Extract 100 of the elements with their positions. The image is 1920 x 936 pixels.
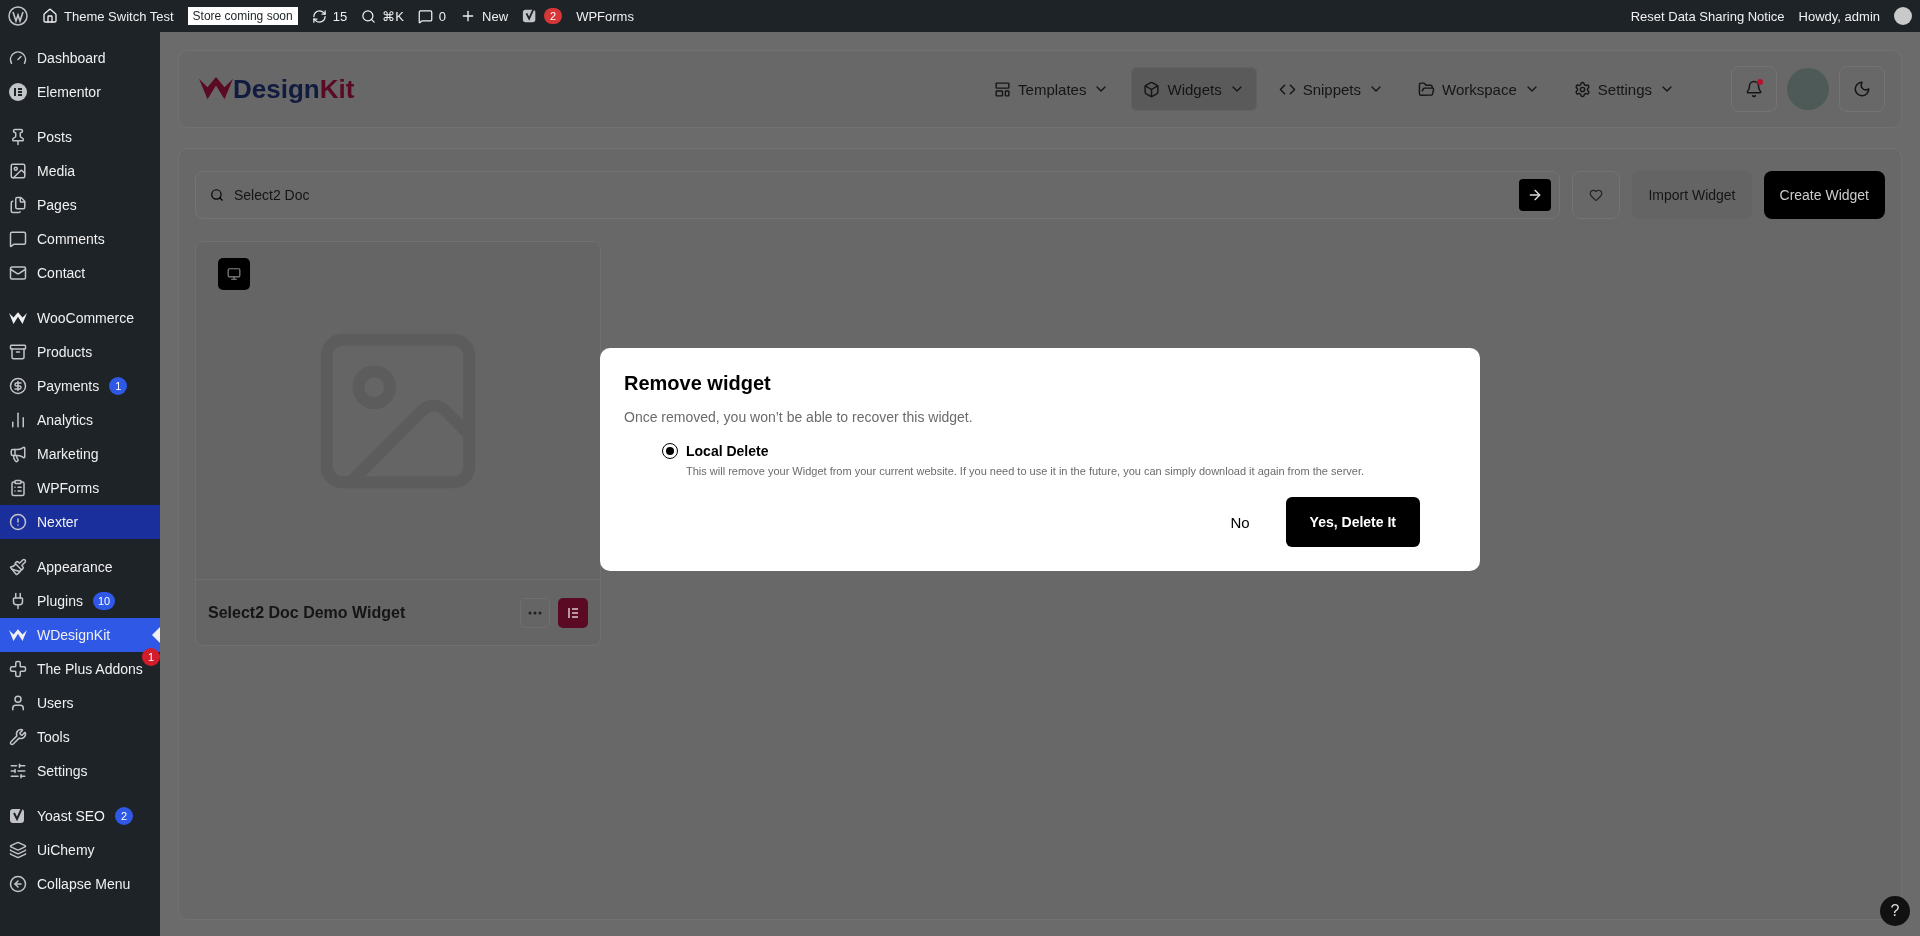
archive-icon — [9, 343, 27, 361]
sidebar-item[interactable]: Marketing — [0, 437, 160, 471]
widget-title: Select2 Doc Demo Widget — [208, 603, 407, 622]
w-letter-icon — [9, 311, 27, 325]
sidebar-label: Elementor — [37, 84, 101, 100]
elementor-edit-button[interactable] — [558, 597, 588, 628]
sidebar-label: Contact — [37, 265, 86, 281]
sidebar-label: Appearance — [37, 559, 113, 575]
sidebar-item[interactable]: Comments — [0, 222, 160, 256]
wdk-logo-icon — [9, 628, 27, 642]
sidebar-label: WooCommerce — [37, 310, 134, 326]
elementor-icon — [9, 83, 27, 101]
form-icon — [9, 479, 27, 497]
sidebar-item[interactable]: WooCommerce — [0, 301, 160, 335]
sidebar-label: Dashboard — [37, 50, 106, 66]
sidebar-label: UiChemy — [37, 842, 95, 858]
sidebar-item[interactable]: Tools — [0, 720, 160, 754]
sidebar-item[interactable]: Payments 1 — [0, 369, 160, 403]
wordpress-logo-icon[interactable] — [8, 6, 28, 26]
sidebar-item[interactable]: Nexter — [0, 505, 160, 539]
alert-icon — [9, 513, 27, 531]
count-badge: 1 — [142, 648, 160, 666]
search-submit-button[interactable] — [1519, 179, 1552, 211]
sidebar-item[interactable]: Appearance — [0, 550, 160, 584]
sidebar-label: Settings — [37, 763, 88, 779]
sidebar-label: Pages — [37, 197, 77, 213]
sidebar-item[interactable]: Products — [0, 335, 160, 369]
search-icon[interactable] — [361, 8, 377, 24]
refresh-icon[interactable] — [311, 8, 327, 24]
moon-icon — [1853, 80, 1871, 98]
sidebar-item[interactable]: Yoast SEO 2 — [0, 799, 160, 833]
envelope-icon — [9, 264, 27, 282]
ellipsis-icon — [528, 610, 542, 615]
sidebar-label: Posts — [37, 129, 72, 145]
sidebar-item[interactable]: Settings — [0, 754, 160, 788]
monitor-icon — [227, 267, 241, 281]
box-icon — [1143, 80, 1161, 98]
sidebar-item[interactable]: Contact — [0, 256, 160, 290]
sidebar-item[interactable]: Plugins 10 — [0, 584, 160, 618]
megaphone-icon — [9, 445, 27, 463]
sidebar-label: The Plus Addons — [37, 661, 143, 677]
dialog-message: Once removed, you won’t be able to recover this widget. — [624, 409, 974, 425]
settings-icon — [1573, 80, 1591, 98]
sidebar-label: WDesignKit — [37, 627, 111, 643]
logo-mark-icon — [199, 77, 233, 101]
paintbrush-icon — [9, 558, 27, 576]
site-name[interactable]: Theme Switch Test — [64, 8, 174, 24]
wpforms-link[interactable]: WPForms — [576, 8, 634, 24]
gauge-icon — [9, 49, 27, 67]
sidebar-item[interactable]: Analytics — [0, 403, 160, 437]
home-icon — [42, 8, 58, 24]
greeting-text[interactable]: Howdy, admin — [1798, 8, 1880, 24]
user-avatar[interactable] — [1894, 7, 1912, 25]
sidebar-item[interactable]: Dashboard — [0, 41, 160, 75]
notifications-button[interactable] — [1731, 66, 1777, 112]
sidebar-item[interactable]: Posts — [0, 120, 160, 154]
heart-icon — [1589, 188, 1604, 202]
cancel-button[interactable]: No — [1214, 497, 1266, 547]
comments-count[interactable]: 0 — [438, 8, 447, 24]
comment-icon[interactable] — [417, 8, 433, 24]
sidebar-item[interactable]: WDesignKit — [0, 618, 160, 652]
folder-icon — [1418, 80, 1436, 98]
sidebar-item[interactable]: Pages — [0, 188, 160, 222]
sidebar-item[interactable]: UiChemy — [0, 833, 160, 867]
sidebar-item[interactable]: Collapse Menu — [0, 867, 160, 901]
confirm-delete-button[interactable]: Yes, Delete It — [1285, 497, 1420, 547]
sidebar-item[interactable]: WPForms — [0, 471, 160, 505]
sidebar-item[interactable]: Users — [0, 686, 160, 720]
pin-icon — [9, 128, 27, 146]
notification-count: 2 — [544, 8, 563, 24]
sidebar-label: Tools — [37, 729, 70, 745]
site-link[interactable]: Theme Switch Test — [42, 8, 174, 24]
search-icon — [210, 188, 224, 202]
option-label[interactable]: Local Delete — [686, 443, 769, 459]
help-button[interactable]: ? — [1880, 896, 1910, 926]
updates-count[interactable]: 15 — [332, 8, 348, 24]
dollar-icon — [9, 377, 27, 395]
sidebar-label: Payments — [37, 378, 100, 394]
wrench-icon — [9, 728, 27, 746]
new-link[interactable]: New — [482, 8, 509, 24]
layers-icon — [9, 841, 27, 859]
bar-chart-icon — [9, 411, 27, 429]
option-description: This will remove your Widget from your current website. If you need to use it in the future, you can simply download it again from the server. — [686, 465, 1366, 477]
sidebar-item[interactable]: Elementor — [0, 75, 160, 109]
sidebar-item[interactable]: Media — [0, 154, 160, 188]
sidebar-label: Marketing — [37, 446, 99, 462]
store-status-badge[interactable]: Store coming soon — [187, 7, 298, 25]
sidebar-label: Products — [37, 344, 93, 360]
search-shortcut[interactable]: ⌘K — [382, 8, 404, 24]
speech-bubble-icon — [9, 230, 27, 248]
logo-text: DesignKit — [233, 73, 355, 105]
reset-notice-link[interactable]: Reset Data Sharing Notice — [1630, 8, 1785, 24]
sidebar-label: Analytics — [37, 412, 94, 428]
cross-icon — [9, 660, 27, 678]
sidebar-label: Collapse Menu — [37, 876, 131, 892]
user-icon — [9, 694, 27, 712]
create-widget-button[interactable]: Create Widget — [1763, 171, 1885, 219]
pages-icon — [9, 196, 27, 214]
theme-toggle-button[interactable] — [1839, 66, 1885, 112]
image-icon — [9, 162, 27, 180]
